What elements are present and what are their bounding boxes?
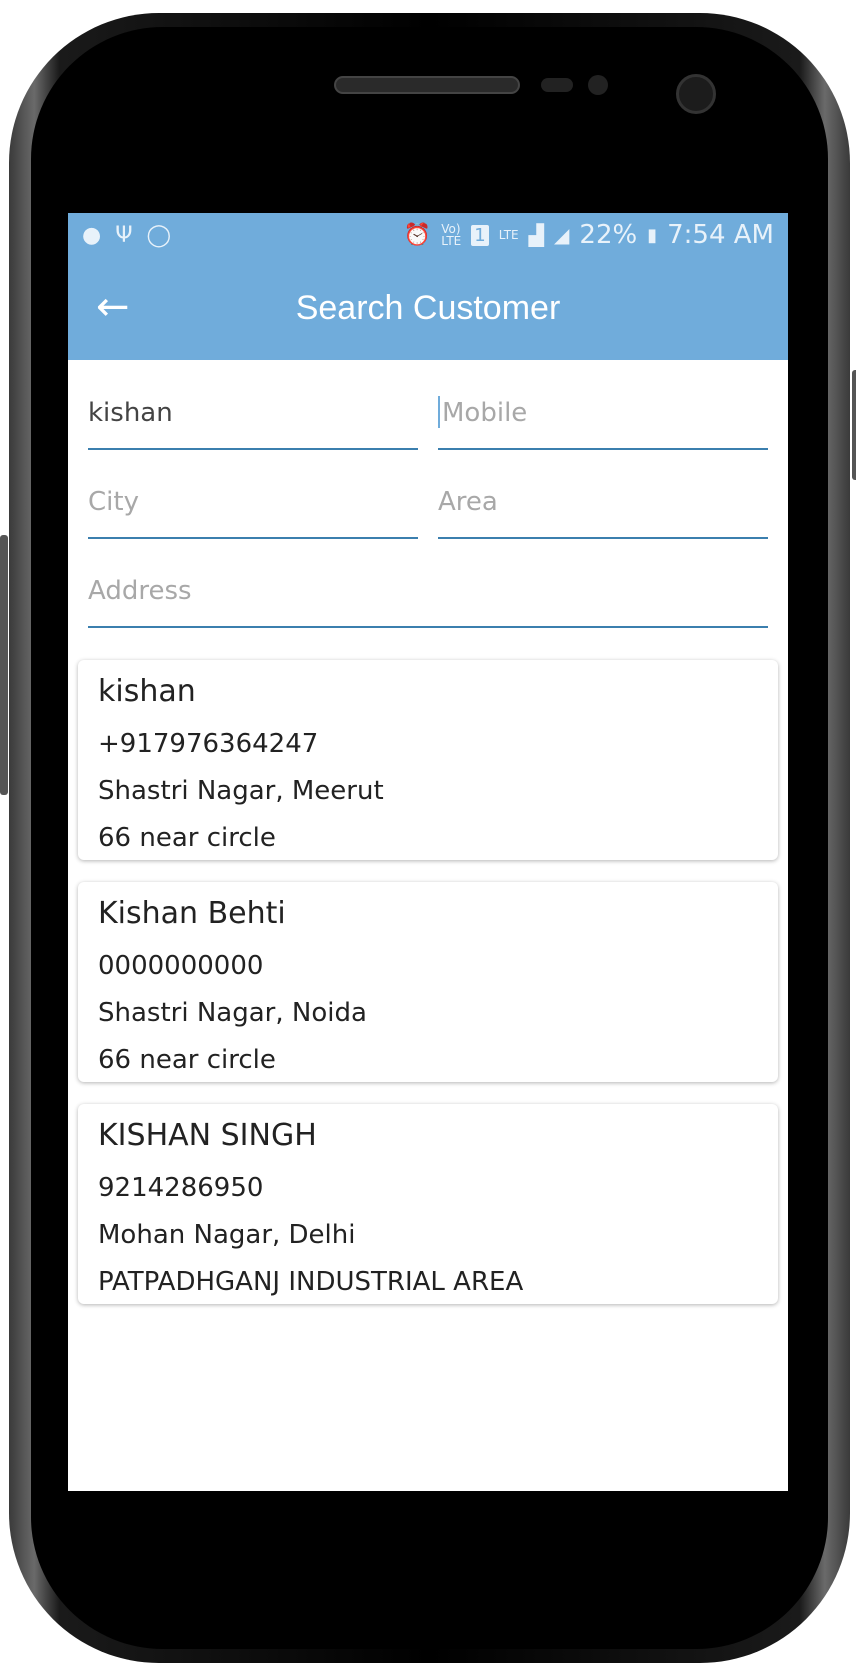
arrow-left-icon[interactable]: ← xyxy=(96,285,140,329)
front-camera xyxy=(676,74,716,114)
customer-phone: 9214286950 xyxy=(98,1173,264,1203)
mobile-placeholder: Mobile xyxy=(442,398,528,428)
customer-location: Shastri Nagar, Meerut xyxy=(98,776,384,806)
search-form: kishan Mobile City Area Address xyxy=(68,360,788,628)
whatsapp-icon: ◯ xyxy=(146,222,172,248)
volte-icon: Vo) LTE xyxy=(441,222,462,248)
page-title: Search Customer xyxy=(295,289,561,327)
battery-charging-icon: ▮ xyxy=(647,224,658,246)
customer-card[interactable]: Kishan Behti 0000000000 Shastri Nagar, N… xyxy=(78,882,778,1082)
customer-address: 66 near circle xyxy=(98,823,276,853)
light-sensor xyxy=(588,75,608,95)
customer-name: KISHAN SINGH xyxy=(98,1118,317,1153)
customer-phone: 0000000000 xyxy=(98,951,264,981)
results-list: kishan +917976364247 Shastri Nagar, Meer… xyxy=(68,628,788,1304)
screen: ● Ψ ◯ ⏰ Vo) LTE 1 LTE ▟ ◢ 22% ▮ 7:54 AM ←… xyxy=(68,213,788,1491)
clock: 7:54 AM xyxy=(667,220,774,250)
battery-percent: 22% xyxy=(579,220,638,250)
alarm-icon: ⏰ xyxy=(403,222,432,248)
customer-location: Shastri Nagar, Noida xyxy=(98,998,367,1028)
city-input[interactable]: City xyxy=(88,450,418,539)
sim1-icon: 1 xyxy=(471,224,489,246)
app-bar: ← Search Customer xyxy=(68,257,788,360)
customer-location: Mohan Nagar, Delhi xyxy=(98,1220,356,1250)
earpiece-speaker xyxy=(334,76,520,94)
status-bar: ● Ψ ◯ ⏰ Vo) LTE 1 LTE ▟ ◢ 22% ▮ 7:54 AM xyxy=(68,213,788,257)
customer-address: PATPADHGANJ INDUSTRIAL AREA xyxy=(98,1267,524,1297)
area-input[interactable]: Area xyxy=(438,450,768,539)
name-input[interactable]: kishan xyxy=(88,360,418,450)
usb-icon: Ψ xyxy=(115,222,133,248)
customer-address: 66 near circle xyxy=(98,1045,276,1075)
address-input[interactable]: Address xyxy=(88,539,768,628)
customer-card[interactable]: kishan +917976364247 Shastri Nagar, Meer… xyxy=(78,660,778,860)
customer-name: kishan xyxy=(98,674,196,709)
lte-icon: LTE xyxy=(498,228,519,242)
notification-alert-icon: ● xyxy=(82,222,102,248)
volume-button xyxy=(0,535,8,795)
customer-card[interactable]: KISHAN SINGH 9214286950 Mohan Nagar, Del… xyxy=(78,1104,778,1304)
power-button xyxy=(852,370,856,480)
proximity-sensor xyxy=(541,78,573,92)
customer-phone: +917976364247 xyxy=(98,729,319,759)
text-cursor xyxy=(438,396,440,428)
signal-icon: ▟ xyxy=(528,223,545,247)
signal-icon: ◢ xyxy=(554,223,570,247)
customer-name: Kishan Behti xyxy=(98,896,286,931)
mobile-input[interactable]: Mobile xyxy=(438,360,768,450)
